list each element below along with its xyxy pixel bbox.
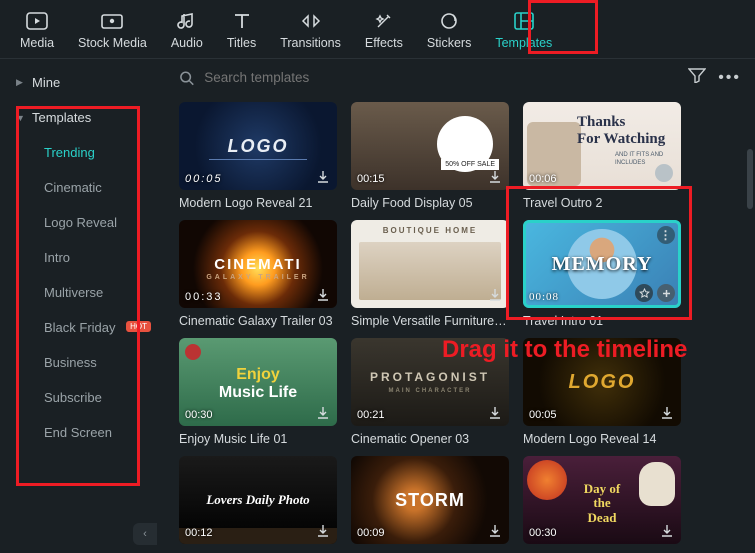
template-title: Daily Food Display 05 bbox=[351, 196, 509, 210]
transitions-icon bbox=[300, 10, 322, 32]
search-icon bbox=[179, 70, 194, 86]
tab-titles[interactable]: Titles bbox=[215, 6, 268, 58]
sidebar-item-business[interactable]: Business bbox=[0, 345, 165, 380]
top-tabs: Media Stock Media Audio Titles Transitio… bbox=[0, 0, 755, 59]
add-button[interactable] bbox=[657, 284, 675, 302]
tab-transitions[interactable]: Transitions bbox=[268, 6, 353, 58]
templates-icon bbox=[513, 10, 535, 32]
download-icon[interactable] bbox=[315, 287, 331, 303]
template-title: Modern Logo Reveal 21 bbox=[179, 196, 337, 210]
template-card[interactable]: Day oftheDead 00:30 bbox=[523, 456, 681, 544]
tab-audio[interactable]: Audio bbox=[159, 6, 215, 58]
sidebar-collapse-button[interactable]: ‹ bbox=[133, 523, 157, 545]
sidebar-item-trending[interactable]: Trending bbox=[0, 135, 165, 170]
sidebar-item-logo-reveal[interactable]: Logo Reveal bbox=[0, 205, 165, 240]
favorite-button[interactable] bbox=[635, 284, 653, 302]
sidebar-item-cinematic[interactable]: Cinematic bbox=[0, 170, 165, 205]
media-icon bbox=[26, 10, 48, 32]
duration-label: 00:05 bbox=[529, 409, 557, 421]
titles-icon bbox=[231, 10, 253, 32]
download-icon[interactable] bbox=[487, 287, 503, 303]
template-card[interactable]: MEMORY ⋮ 00:08 Travel Intro 01 bbox=[523, 220, 681, 328]
more-icon[interactable]: ⋮ bbox=[657, 226, 675, 244]
template-card[interactable]: LOGO 00:05 Modern Logo Reveal 21 bbox=[179, 102, 337, 210]
hot-badge: HOT bbox=[126, 321, 151, 332]
tab-templates[interactable]: Templates bbox=[483, 6, 564, 58]
download-icon[interactable] bbox=[315, 405, 331, 421]
duration-label: 00:08 bbox=[529, 291, 559, 303]
sidebar-item-intro[interactable]: Intro bbox=[0, 240, 165, 275]
download-icon[interactable] bbox=[659, 405, 675, 421]
template-card[interactable]: 50% OFF SALE 00:15 Daily Food Display 05 bbox=[351, 102, 509, 210]
more-button[interactable]: ••• bbox=[718, 69, 741, 87]
template-title: Modern Logo Reveal 14 bbox=[523, 432, 681, 446]
duration-label: 00:33 bbox=[185, 291, 223, 303]
sidebar: ▶ Mine ▼ Templates Trending Cinematic Lo… bbox=[0, 59, 165, 553]
download-icon[interactable] bbox=[315, 169, 331, 185]
template-card[interactable]: CINEMATI GALAXY TRAILER 00:33 Cinematic … bbox=[179, 220, 337, 328]
template-thumbnail[interactable]: Lovers Daily Photo 00:12 bbox=[179, 456, 337, 544]
template-thumbnail[interactable]: CINEMATI GALAXY TRAILER 00:33 bbox=[179, 220, 337, 308]
sidebar-item-subscribe[interactable]: Subscribe bbox=[0, 380, 165, 415]
template-thumbnail[interactable]: ThanksFor Watching AND IT FITS AND INCLU… bbox=[523, 102, 681, 190]
template-card[interactable]: Lovers Daily Photo 00:12 bbox=[179, 456, 337, 544]
templates-grid: LOGO 00:05 Modern Logo Reveal 21 50% OFF… bbox=[165, 96, 755, 553]
tab-stickers[interactable]: Stickers bbox=[415, 6, 483, 58]
search-bar: ••• bbox=[165, 59, 755, 96]
scrollbar[interactable] bbox=[747, 149, 753, 209]
duration-label: 00:09 bbox=[357, 527, 385, 539]
chevron-down-icon: ▼ bbox=[16, 113, 26, 123]
template-card[interactable]: BOUTIQUE HOME Simple Versatile Furniture… bbox=[351, 220, 509, 328]
tab-stock-media[interactable]: Stock Media bbox=[66, 6, 159, 58]
template-thumbnail[interactable]: Day oftheDead 00:30 bbox=[523, 456, 681, 544]
download-icon[interactable] bbox=[659, 523, 675, 539]
duration-label: 00:05 bbox=[185, 173, 223, 185]
template-thumbnail[interactable]: LOGO 00:05 bbox=[179, 102, 337, 190]
sidebar-item-end-screen[interactable]: End Screen bbox=[0, 415, 165, 450]
template-card[interactable]: STORM 00:09 bbox=[351, 456, 509, 544]
duration-label: 00:21 bbox=[357, 409, 385, 421]
template-thumbnail[interactable]: STORM 00:09 bbox=[351, 456, 509, 544]
content-area: ••• LOGO 00:05 Modern Logo Reveal 21 50%… bbox=[165, 59, 755, 553]
template-title: Enjoy Music Life 01 bbox=[179, 432, 337, 446]
template-card[interactable]: ThanksFor Watching AND IT FITS AND INCLU… bbox=[523, 102, 681, 210]
duration-label: 00:12 bbox=[185, 527, 213, 539]
sidebar-item-black-friday[interactable]: Black FridayHOT bbox=[0, 310, 165, 345]
duration-label: 00:15 bbox=[357, 173, 385, 185]
sidebar-item-multiverse[interactable]: Multiverse bbox=[0, 275, 165, 310]
search-input[interactable] bbox=[204, 70, 688, 85]
template-title: Travel Intro 01 bbox=[523, 314, 681, 328]
stickers-icon bbox=[438, 10, 460, 32]
template-title: Simple Versatile Furniture Intro 01 bbox=[351, 314, 509, 328]
template-title: Cinematic Galaxy Trailer 03 bbox=[179, 314, 337, 328]
download-icon[interactable] bbox=[315, 523, 331, 539]
tab-media[interactable]: Media bbox=[8, 6, 66, 58]
sidebar-item-templates[interactable]: ▼ Templates bbox=[0, 100, 165, 135]
duration-label: 00:30 bbox=[185, 409, 213, 421]
template-thumbnail[interactable]: BOUTIQUE HOME bbox=[351, 220, 509, 308]
duration-label: 00:06 bbox=[529, 173, 557, 185]
download-icon[interactable] bbox=[487, 405, 503, 421]
chevron-left-icon: ‹ bbox=[143, 528, 147, 540]
template-thumbnail[interactable]: 50% OFF SALE 00:15 bbox=[351, 102, 509, 190]
template-title: Travel Outro 2 bbox=[523, 196, 681, 210]
sidebar-item-mine[interactable]: ▶ Mine bbox=[0, 65, 165, 100]
template-thumbnail[interactable]: Enjoy Music Life 00:30 bbox=[179, 338, 337, 426]
annotation-text: Drag it to the timeline bbox=[442, 336, 687, 364]
template-card[interactable]: Enjoy Music Life 00:30 Enjoy Music Life … bbox=[179, 338, 337, 446]
template-thumbnail[interactable]: MEMORY ⋮ 00:08 bbox=[523, 220, 681, 308]
download-icon[interactable] bbox=[487, 523, 503, 539]
duration-label: 00:30 bbox=[529, 527, 557, 539]
download-icon[interactable] bbox=[487, 169, 503, 185]
chevron-right-icon: ▶ bbox=[16, 77, 26, 88]
stock-media-icon bbox=[101, 10, 123, 32]
filter-button[interactable] bbox=[688, 67, 706, 88]
effects-icon bbox=[373, 10, 395, 32]
audio-icon bbox=[176, 10, 198, 32]
tab-effects[interactable]: Effects bbox=[353, 6, 415, 58]
template-title: Cinematic Opener 03 bbox=[351, 432, 509, 446]
